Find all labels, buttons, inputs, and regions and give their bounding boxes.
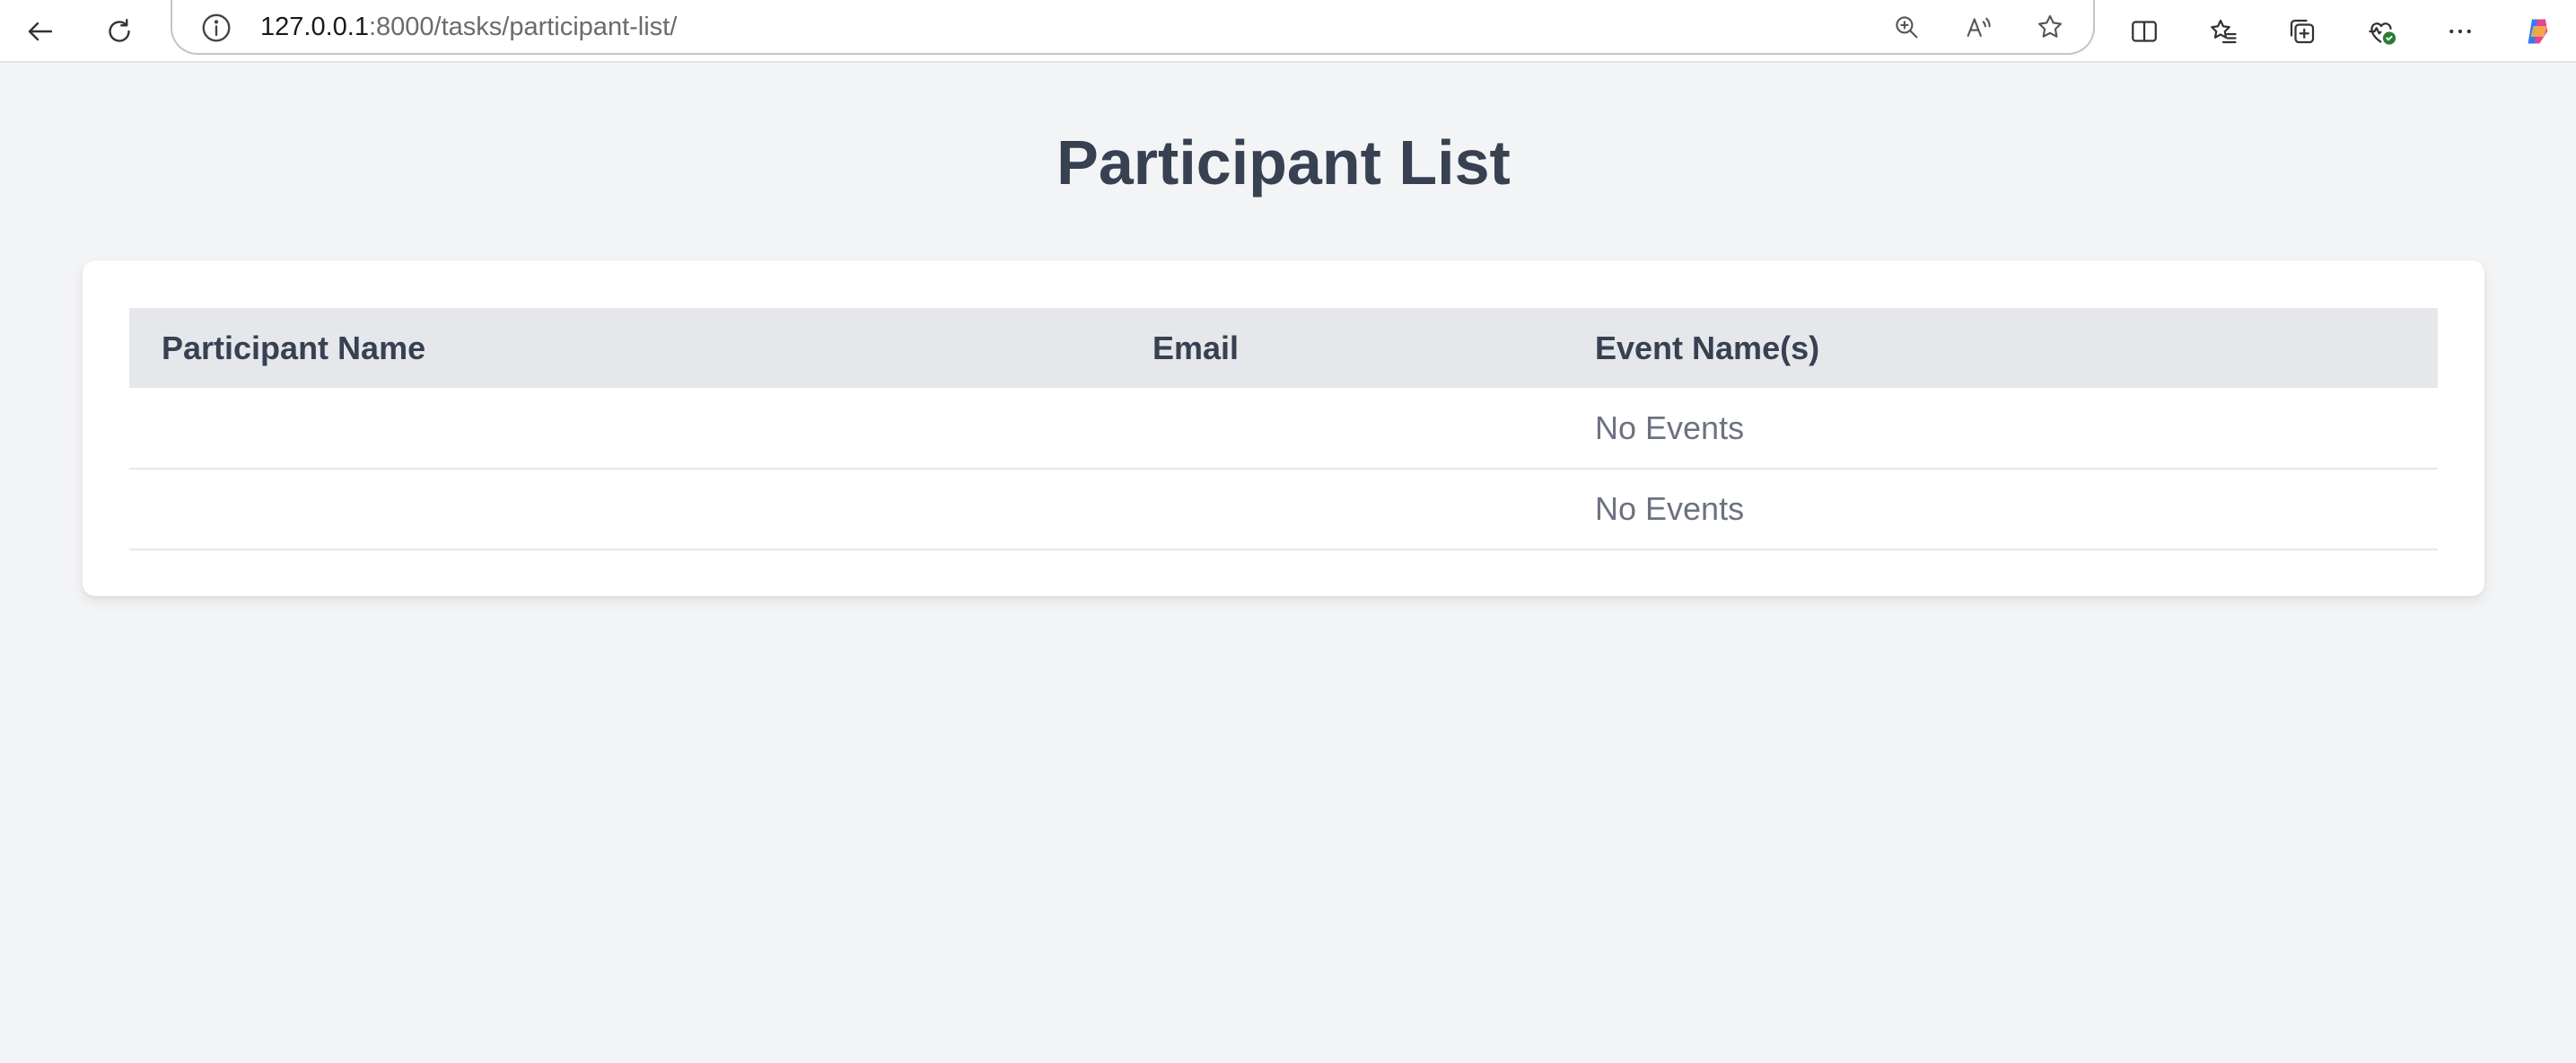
- column-header-event-names: Event Name(s): [1595, 329, 1820, 366]
- more-options-icon[interactable]: [2436, 7, 2484, 56]
- url-path: :8000/tasks/participant-list/: [368, 13, 678, 41]
- collections-icon[interactable]: [2278, 7, 2326, 56]
- browser-essentials-icon[interactable]: [2357, 7, 2405, 56]
- column-header-participant-name: Participant Name: [162, 329, 426, 366]
- address-bar[interactable]: 127.0.0.1:8000/tasks/participant-list/: [171, 0, 2095, 55]
- page-title: Participant List: [1056, 127, 1511, 198]
- read-aloud-icon[interactable]: [1960, 9, 1996, 45]
- table-header-row: Participant Name Email Event Name(s): [129, 308, 2438, 388]
- back-arrow-icon[interactable]: [16, 7, 65, 56]
- participant-name-cell: [129, 469, 1120, 550]
- event-names-cell: No Events: [1563, 469, 2438, 550]
- table-row: No Events: [129, 469, 2438, 550]
- url-text[interactable]: 127.0.0.1:8000/tasks/participant-list/: [260, 11, 677, 43]
- url-host: 127.0.0.1: [260, 13, 369, 41]
- favorites-icon[interactable]: [2199, 7, 2247, 56]
- split-screen-icon[interactable]: [2120, 7, 2169, 56]
- refresh-icon[interactable]: [95, 7, 144, 56]
- email-cell: [1120, 469, 1563, 550]
- column-header-email: Email: [1152, 329, 1240, 366]
- email-cell: [1120, 388, 1563, 470]
- participant-table-card: Participant Name Email Event Name(s) No …: [83, 260, 2484, 596]
- browser-toolbar: 127.0.0.1:8000/tasks/participant-list/: [0, 0, 2576, 63]
- copilot-icon[interactable]: [2513, 7, 2562, 56]
- participant-name-cell: [129, 388, 1120, 470]
- participant-table: Participant Name Email Event Name(s) No …: [129, 308, 2438, 550]
- favorite-star-icon[interactable]: [2032, 9, 2068, 45]
- table-row: No Events: [129, 388, 2438, 470]
- event-names-cell: No Events: [1563, 388, 2438, 470]
- zoom-in-icon[interactable]: [1888, 9, 1924, 45]
- info-icon[interactable]: [199, 11, 233, 45]
